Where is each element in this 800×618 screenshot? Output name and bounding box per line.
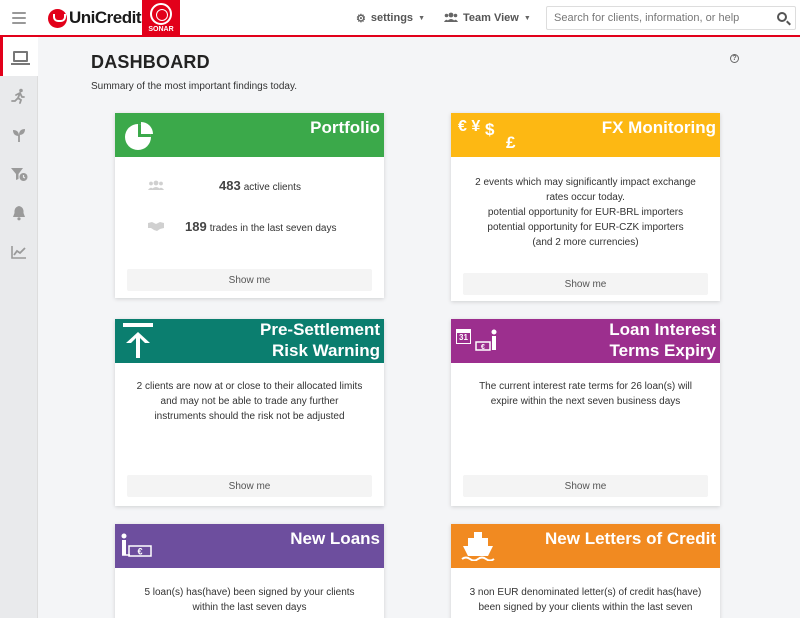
trades-label: trades in the last seven days <box>209 223 337 234</box>
menu-toggle-button[interactable] <box>0 0 38 35</box>
active-clients-stat: 483 active clients <box>115 178 384 196</box>
new-loans-body: 5 loan(s) has(have) been signed by your … <box>115 585 384 615</box>
letters-of-credit-body: 3 non EUR denominated letter(s) of credi… <box>451 585 720 615</box>
loan-interest-line-1: The current interest rate terms for 26 l… <box>479 381 692 392</box>
fx-title: FX Monitoring <box>601 118 716 137</box>
users-icon <box>148 180 164 190</box>
portfolio-title: Portfolio <box>310 118 380 137</box>
pre-settlement-line-2: and may not be able to trade any further <box>160 396 339 407</box>
letters-of-credit-title: New Letters of Credit <box>545 529 716 548</box>
fx-line-1: 2 events which may significantly impact … <box>475 177 696 188</box>
running-icon <box>11 88 25 104</box>
fx-line-4: potential opportunity for EUR-CZK import… <box>487 222 684 233</box>
loan-interest-show-me-button[interactable]: Show me <box>463 475 708 497</box>
gear-icon: ⚙ <box>356 12 366 25</box>
new-loans-title: New Loans <box>290 529 380 548</box>
users-icon <box>444 12 458 25</box>
loan-interest-line-2: expire within the next seven business da… <box>490 396 681 407</box>
chart-icon <box>11 245 26 259</box>
bell-icon <box>13 205 25 220</box>
page-subtitle: Summary of the most important findings t… <box>91 81 298 92</box>
sonar-app-badge[interactable]: SONAR <box>142 0 180 37</box>
pre-settlement-title-line-1: Pre-Settlement <box>260 320 380 339</box>
letters-of-credit-line-1: 3 non EUR denominated letter(s) of credi… <box>469 587 702 598</box>
loan-interest-title-line-2: Terms Expiry <box>609 341 716 360</box>
search-icon[interactable] <box>777 12 787 22</box>
unicredit-logo[interactable]: UniCredit <box>48 8 142 28</box>
filter-icon <box>11 167 28 181</box>
sidebar-item-activity[interactable] <box>0 76 38 115</box>
active-clients-count: 483 <box>219 178 241 193</box>
sonar-icon <box>150 3 172 25</box>
fx-body: 2 events which may significantly impact … <box>451 175 720 250</box>
fx-line-3: potential opportunity for EUR-BRL import… <box>487 207 684 218</box>
hamburger-icon <box>12 12 26 24</box>
sidebar-item-analytics[interactable] <box>0 232 38 271</box>
fx-show-me-button[interactable]: Show me <box>463 273 708 295</box>
unicredit-logo-icon <box>48 8 67 28</box>
loan-interest-card: 31 € Loan Interest Terms Expiry The curr… <box>451 319 720 506</box>
top-bar: UniCredit SONAR ⚙ settings ▼ Team View ▼ <box>0 0 800 37</box>
chevron-down-icon: ▼ <box>418 14 425 22</box>
sidebar-item-notifications[interactable] <box>0 193 38 232</box>
team-view-menu[interactable]: Team View ▼ <box>444 0 531 36</box>
monitor-icon <box>11 51 30 65</box>
currency-icon: € ¥ $ £ <box>458 118 516 152</box>
loan-interest-card-header: 31 € Loan Interest Terms Expiry <box>451 319 720 363</box>
sidebar-item-dashboard[interactable] <box>0 37 38 76</box>
page-title: DASHBOARD <box>91 52 210 72</box>
letters-of-credit-line-2: been signed by your clients within the l… <box>478 602 693 613</box>
pre-settlement-card: Pre-Settlement Risk Warning 2 clients ar… <box>115 319 384 506</box>
portfolio-show-me-button[interactable]: Show me <box>127 269 372 291</box>
loan-euro-icon: € <box>475 329 497 351</box>
loan-interest-body: The current interest rate terms for 26 l… <box>451 379 720 409</box>
trades-count: 189 <box>185 219 207 234</box>
sidebar-item-growth[interactable] <box>0 115 38 154</box>
new-loans-line-2: within the last seven days <box>192 602 307 613</box>
calendar-icon: 31 <box>456 329 471 344</box>
brand-name: UniCredit <box>69 8 142 27</box>
svg-text:€: € <box>137 547 142 557</box>
sidebar <box>0 37 38 618</box>
settings-menu[interactable]: ⚙ settings ▼ <box>356 0 425 36</box>
sidebar-item-filters[interactable] <box>0 154 38 193</box>
search-box <box>546 6 796 30</box>
fx-card-header: € ¥ $ £ FX Monitoring <box>451 113 720 157</box>
arrow-up-to-line-icon <box>123 323 153 358</box>
trades-stat: 189 trades in the last seven days <box>115 219 384 237</box>
team-view-label: Team View <box>463 12 519 24</box>
new-loans-card: € New Loans 5 loan(s) has(have) been sig… <box>115 524 384 618</box>
fx-line-2: rates occur today. <box>546 192 625 203</box>
portfolio-card-header: Portfolio <box>115 113 384 157</box>
pre-settlement-card-header: Pre-Settlement Risk Warning <box>115 319 384 363</box>
pre-settlement-title: Pre-Settlement Risk Warning <box>260 319 380 361</box>
settings-label: settings <box>370 12 414 24</box>
letters-of-credit-card: New Letters of Credit 3 non EUR denomina… <box>451 524 720 618</box>
pre-settlement-line-1: 2 clients are now at or close to their a… <box>136 381 363 392</box>
pre-settlement-line-3: instruments should the risk not be adjus… <box>154 411 345 422</box>
letters-of-credit-card-header: New Letters of Credit <box>451 524 720 568</box>
help-icon[interactable]: ? <box>730 54 739 63</box>
handshake-icon <box>148 222 164 231</box>
search-input[interactable] <box>547 7 767 29</box>
portfolio-card: Portfolio 483 active clients 189 trades in… <box>115 113 384 298</box>
chevron-down-icon: ▼ <box>523 14 531 22</box>
pre-settlement-show-me-button[interactable]: Show me <box>127 475 372 497</box>
loan-interest-title: Loan Interest Terms Expiry <box>609 319 716 361</box>
pie-chart-icon <box>125 122 153 150</box>
pre-settlement-title-line-2: Risk Warning <box>272 341 380 360</box>
fx-monitoring-card: € ¥ $ £ FX Monitoring 2 events which may … <box>451 113 720 301</box>
new-loans-card-header: € New Loans <box>115 524 384 568</box>
fx-line-5: (and 2 more currencies) <box>532 237 639 248</box>
active-clients-label: active clients <box>243 182 301 193</box>
svg-text:€: € <box>481 344 485 351</box>
loan-euro-icon: € <box>121 533 152 557</box>
sprout-icon <box>13 128 25 142</box>
new-loans-line-1: 5 loan(s) has(have) been signed by your … <box>144 587 355 598</box>
ship-icon <box>461 532 495 561</box>
pre-settlement-body: 2 clients are now at or close to their a… <box>115 379 384 424</box>
loan-interest-title-line-1: Loan Interest <box>609 320 716 339</box>
calendar-day: 31 <box>459 333 468 342</box>
sonar-label: SONAR <box>148 26 174 33</box>
